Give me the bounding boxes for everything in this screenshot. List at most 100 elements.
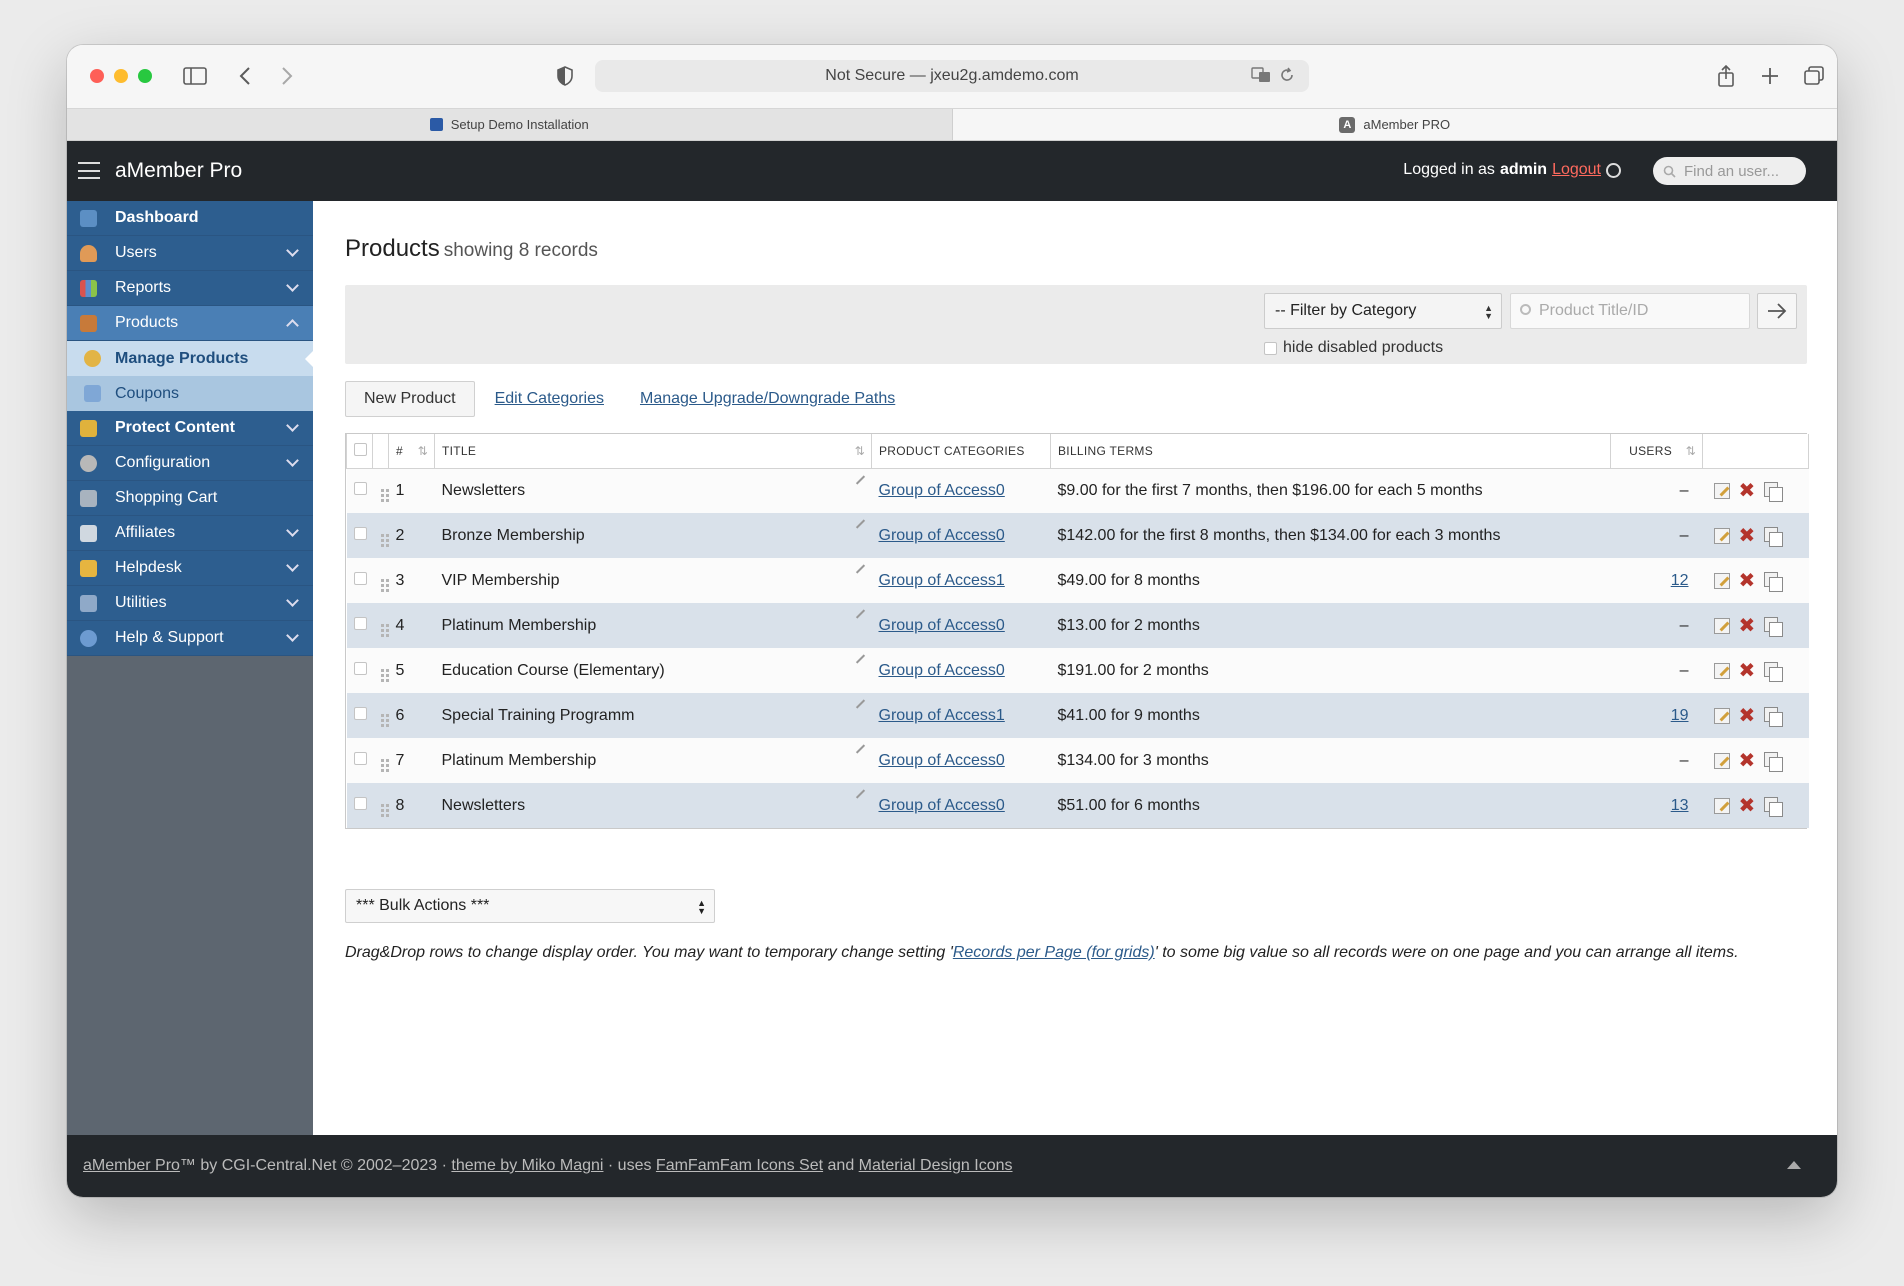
sidebar-subitem-coupons[interactable]: Coupons bbox=[67, 376, 313, 411]
drag-handle-icon[interactable] bbox=[372, 558, 389, 603]
edit-icon[interactable] bbox=[1713, 482, 1730, 499]
pencil-icon[interactable] bbox=[855, 789, 865, 799]
sort-icon[interactable]: ⇅ bbox=[1686, 444, 1696, 458]
find-user-input[interactable]: Find an user... bbox=[1653, 157, 1806, 185]
row-checkbox[interactable] bbox=[353, 616, 367, 630]
scroll-top-icon[interactable] bbox=[1787, 1161, 1801, 1169]
tab-setup-demo[interactable]: Setup Demo Installation bbox=[67, 109, 952, 140]
copy-icon[interactable] bbox=[1764, 616, 1784, 637]
shield-icon[interactable] bbox=[555, 63, 575, 89]
column-header-title[interactable]: TITLE ⇅ bbox=[434, 434, 872, 469]
sidebar-item-protect-content[interactable]: Protect Content bbox=[67, 411, 313, 446]
filter-submit-button[interactable] bbox=[1757, 293, 1797, 329]
delete-icon[interactable]: ✖ bbox=[1739, 481, 1756, 501]
row-checkbox[interactable] bbox=[353, 526, 367, 540]
table-row[interactable]: 8 Newsletters Group of Access0 $51.00 for 6… bbox=[346, 783, 1809, 828]
delete-icon[interactable]: ✖ bbox=[1739, 661, 1756, 681]
new-product-button[interactable]: New Product bbox=[345, 381, 475, 417]
table-row[interactable]: 4 Platinum Membership Group of Access0 $13.… bbox=[346, 603, 1809, 648]
row-checkbox[interactable] bbox=[353, 706, 367, 720]
row-checkbox[interactable] bbox=[353, 796, 367, 810]
drag-handle-icon[interactable] bbox=[372, 693, 389, 738]
delete-icon[interactable]: ✖ bbox=[1739, 616, 1756, 636]
brand-title[interactable]: aMember Pro bbox=[115, 159, 242, 183]
copy-icon[interactable] bbox=[1764, 526, 1784, 547]
table-row[interactable]: 7 Platinum Membership Group of Access0 $134… bbox=[346, 738, 1809, 783]
pencil-icon[interactable] bbox=[855, 564, 865, 574]
row-category-link[interactable]: Group of Access0 bbox=[879, 482, 1005, 499]
edit-categories-link[interactable]: Edit Categories bbox=[495, 390, 604, 408]
pencil-icon[interactable] bbox=[855, 654, 865, 664]
table-row[interactable]: 3 VIP Membership Group of Access1 $49.00 fo… bbox=[346, 558, 1809, 603]
share-icon[interactable] bbox=[1715, 63, 1737, 89]
back-icon[interactable] bbox=[235, 63, 255, 89]
drag-handle-icon[interactable] bbox=[372, 513, 389, 558]
new-tab-icon[interactable] bbox=[1759, 63, 1781, 89]
delete-icon[interactable]: ✖ bbox=[1739, 796, 1756, 816]
reload-icon[interactable] bbox=[1279, 67, 1295, 88]
edit-icon[interactable] bbox=[1713, 797, 1730, 814]
edit-icon[interactable] bbox=[1713, 662, 1730, 679]
row-checkbox[interactable] bbox=[353, 751, 367, 765]
drag-handle-icon[interactable] bbox=[372, 468, 389, 513]
select-all-checkbox[interactable] bbox=[354, 442, 367, 456]
footer-famfam-link[interactable]: FamFamFam Icons Set bbox=[656, 1157, 823, 1175]
row-users-link[interactable]: 19 bbox=[1671, 707, 1689, 724]
logout-link[interactable]: Logout bbox=[1552, 161, 1601, 179]
hamburger-menu-icon[interactable] bbox=[78, 162, 100, 179]
edit-icon[interactable] bbox=[1713, 617, 1730, 634]
row-title-cell[interactable]: Platinum Membership bbox=[434, 738, 872, 783]
drag-handle-icon[interactable] bbox=[372, 738, 389, 783]
delete-icon[interactable]: ✖ bbox=[1739, 706, 1756, 726]
drag-handle-icon[interactable] bbox=[372, 783, 389, 828]
table-row[interactable]: 6 Special Training Programm Group of Acces… bbox=[346, 693, 1809, 738]
sidebar-toggle-icon[interactable] bbox=[182, 63, 208, 89]
category-filter-select[interactable]: -- Filter by Category ▲ ▼ bbox=[1264, 293, 1502, 329]
delete-icon[interactable]: ✖ bbox=[1739, 571, 1756, 591]
row-title-cell[interactable]: Special Training Programm bbox=[434, 693, 872, 738]
sort-icon[interactable]: ⇅ bbox=[855, 444, 865, 458]
table-row[interactable]: 2 Bronze Membership Group of Access0 $142.0… bbox=[346, 513, 1809, 558]
sidebar-item-products[interactable]: Products bbox=[67, 306, 313, 341]
product-search-input[interactable]: Product Title/ID bbox=[1510, 293, 1750, 329]
pencil-icon[interactable] bbox=[855, 699, 865, 709]
tab-overview-icon[interactable] bbox=[1802, 63, 1826, 89]
row-users-link[interactable]: 12 bbox=[1671, 572, 1689, 589]
sidebar-item-reports[interactable]: Reports bbox=[67, 271, 313, 306]
delete-icon[interactable]: ✖ bbox=[1739, 751, 1756, 771]
row-category-link[interactable]: Group of Access1 bbox=[879, 572, 1005, 589]
sidebar-item-affiliates[interactable]: Affiliates bbox=[67, 516, 313, 551]
row-category-link[interactable]: Group of Access0 bbox=[879, 662, 1005, 679]
row-title-cell[interactable]: Newsletters bbox=[434, 468, 872, 513]
pencil-icon[interactable] bbox=[855, 474, 865, 485]
pencil-icon[interactable] bbox=[855, 519, 865, 529]
footer-amember-link[interactable]: aMember Pro bbox=[83, 1157, 180, 1175]
pencil-icon[interactable] bbox=[855, 609, 865, 619]
copy-icon[interactable] bbox=[1764, 706, 1784, 727]
records-per-page-link[interactable]: Records per Page (for grids) bbox=[953, 944, 1155, 961]
copy-icon[interactable] bbox=[1764, 481, 1784, 502]
copy-icon[interactable] bbox=[1764, 571, 1784, 592]
row-category-link[interactable]: Group of Access0 bbox=[879, 527, 1005, 544]
pencil-icon[interactable] bbox=[855, 744, 865, 754]
edit-icon[interactable] bbox=[1713, 707, 1730, 724]
sidebar-item-users[interactable]: Users bbox=[67, 236, 313, 271]
delete-icon[interactable]: ✖ bbox=[1739, 526, 1756, 546]
row-category-link[interactable]: Group of Access1 bbox=[879, 707, 1005, 724]
row-title-cell[interactable]: Bronze Membership bbox=[434, 513, 872, 558]
column-header-num[interactable]: # ⇅ bbox=[388, 434, 435, 469]
edit-icon[interactable] bbox=[1713, 572, 1730, 589]
manage-paths-link[interactable]: Manage Upgrade/Downgrade Paths bbox=[640, 390, 895, 408]
row-category-link[interactable]: Group of Access0 bbox=[879, 617, 1005, 634]
sidebar-item-dashboard[interactable]: Dashboard bbox=[67, 201, 313, 236]
row-category-link[interactable]: Group of Access0 bbox=[879, 797, 1005, 814]
forward-icon[interactable] bbox=[277, 63, 297, 89]
footer-material-link[interactable]: Material Design Icons bbox=[859, 1157, 1013, 1175]
table-row[interactable]: 5 Education Course (Elementary) Group of A… bbox=[346, 648, 1809, 693]
zoom-window-button[interactable] bbox=[138, 69, 152, 83]
copy-icon[interactable] bbox=[1764, 796, 1784, 817]
table-row[interactable]: 1 Newsletters Group of Access0 $9.00 for th… bbox=[346, 468, 1809, 513]
close-window-button[interactable] bbox=[90, 69, 104, 83]
copy-icon[interactable] bbox=[1764, 751, 1784, 772]
row-title-cell[interactable]: Newsletters bbox=[434, 783, 872, 828]
